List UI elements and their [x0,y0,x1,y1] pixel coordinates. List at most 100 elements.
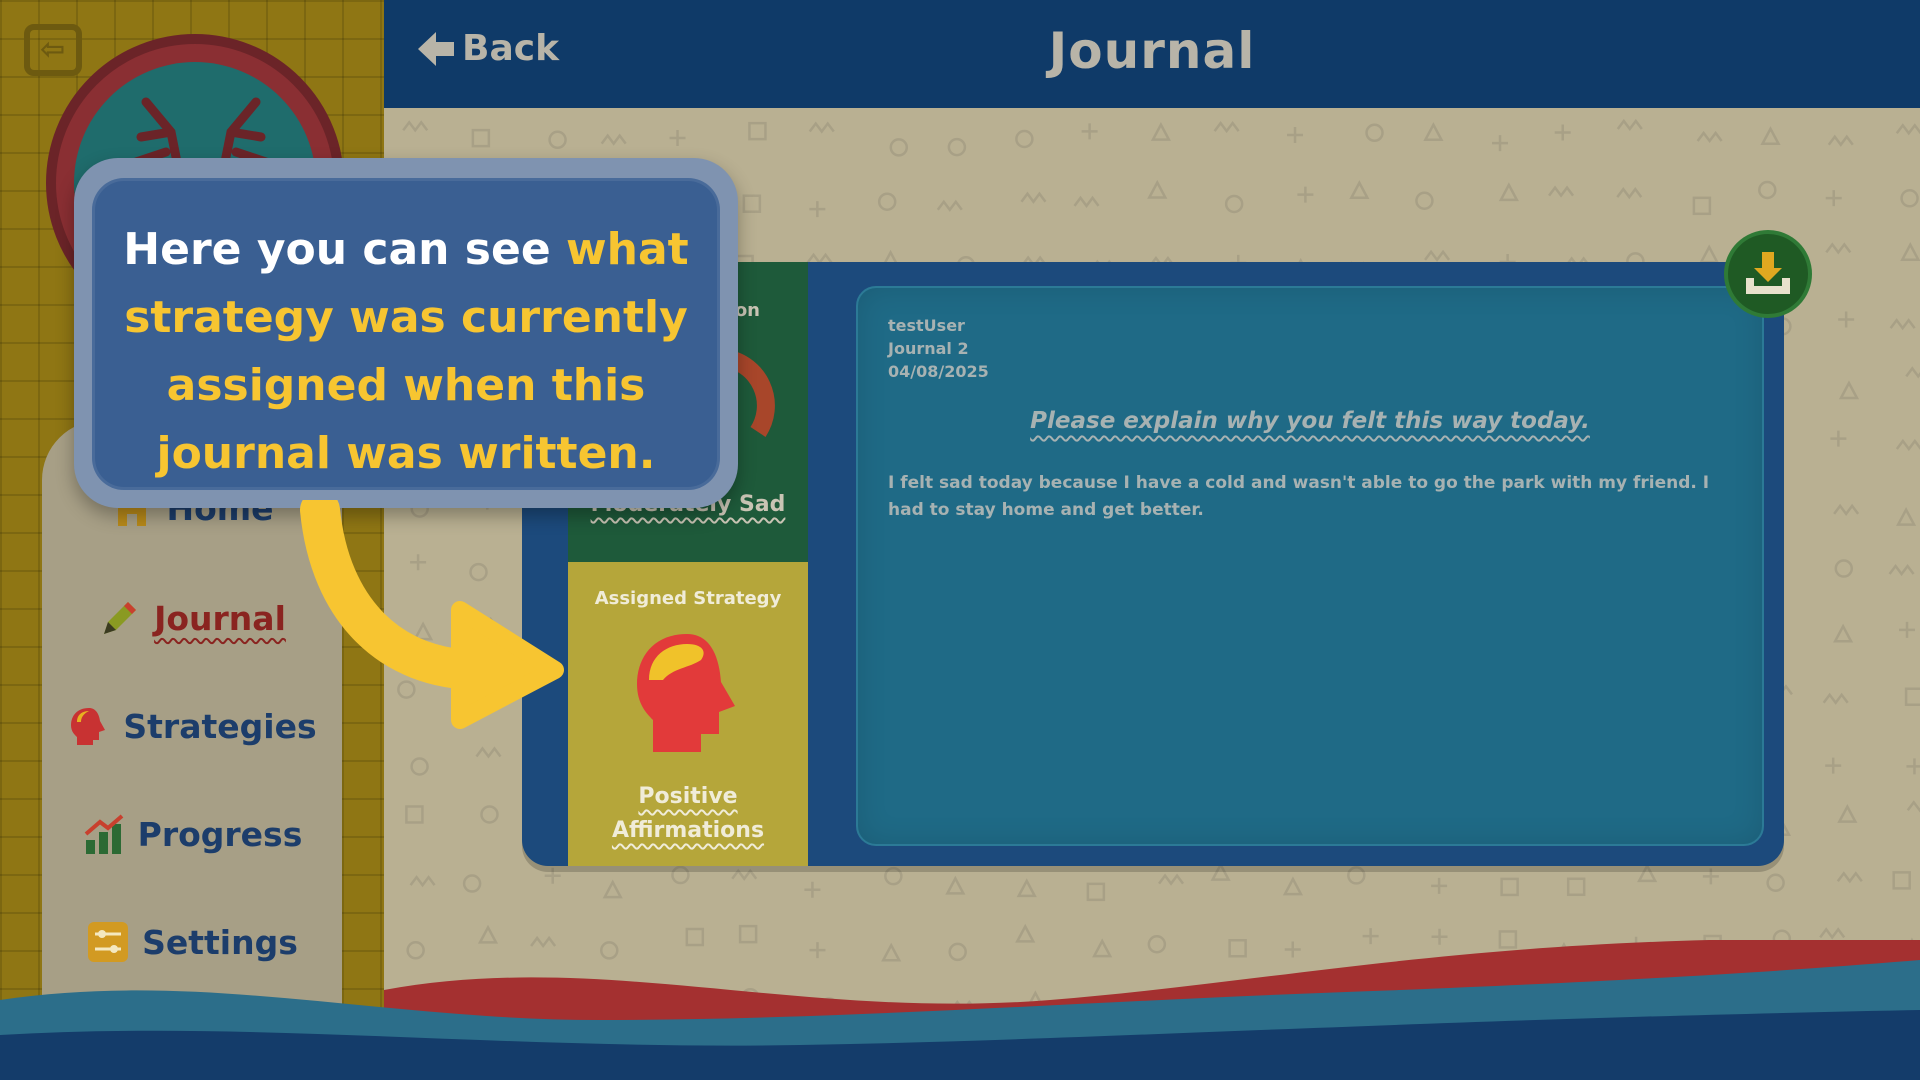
journal-entry-panel: testUser Journal 2 04/08/2025 Please exp… [856,286,1764,846]
pattern-doodle [884,866,903,886]
pattern-doodle [1836,871,1863,884]
pattern-doodle [808,121,835,134]
pattern-doodle [1424,249,1451,262]
pattern-doodle [1834,559,1854,578]
pattern-doodle [1888,563,1915,577]
tooltip-body: Here you can see what strategy was curre… [92,178,720,490]
pattern-doodle [945,875,966,895]
pattern-doodle [1349,180,1370,199]
pattern-doodle [1819,927,1846,940]
page-title: Journal [1048,22,1256,80]
pattern-doodle [889,138,909,157]
entry-question: Please explain why you felt this way tod… [1030,408,1590,434]
pattern-doodle [480,805,499,824]
pattern-doodle [548,130,567,150]
pattern-doodle [1702,868,1719,885]
pattern-doodle [1696,130,1723,144]
pattern-doodle [1347,866,1366,885]
pattern-doodle [1616,118,1643,132]
entry-meta: testUser Journal 2 04/08/2025 [888,314,989,383]
pattern-doodle [1548,185,1575,198]
pattern-doodle [1838,311,1855,328]
pattern-doodle [669,129,686,146]
pattern-doodle [475,746,502,759]
pattern-doodle [409,875,436,888]
pattern-doodle [1895,438,1920,452]
head-icon [637,634,735,752]
pattern-doodle [1899,621,1916,638]
pattern-doodle [1415,191,1434,210]
pattern-doodle [405,805,424,824]
pattern-doodle [1016,878,1037,898]
tooltip-text: Here you can see what strategy was curre… [114,216,698,488]
header-bar: Back Journal [384,0,1920,108]
pattern-doodle [1020,191,1047,204]
download-icon [1746,252,1790,294]
pattern-doodle [410,757,429,776]
pattern-doodle [1904,687,1920,706]
pattern-doodle [1637,863,1658,883]
pattern-doodle [1825,242,1852,255]
download-button[interactable] [1724,230,1812,318]
pattern-doodle [1825,757,1842,774]
pattern-doodle [1827,134,1854,147]
pattern-doodle [1498,182,1519,202]
pattern-doodle [1500,877,1519,897]
pattern-doodle [1838,380,1860,400]
bottom-waves [0,940,1920,1080]
sidebar-item-label: Strategies [123,706,317,746]
pattern-doodle [1282,876,1304,896]
pattern-doodle [947,137,967,157]
pattern-doodle [742,194,762,213]
pattern-doodle [1566,877,1586,897]
pattern-doodle [1892,871,1911,890]
pattern-doodle [1210,861,1231,881]
pattern-doodle [1423,122,1444,141]
pattern-doodle [602,879,623,899]
pattern-doodle [809,201,826,218]
pattern-doodle [462,874,482,893]
pattern-doodle [1692,196,1712,216]
entry-date: 04/08/2025 [888,362,989,381]
pattern-doodle [1906,758,1920,775]
pattern-doodle [1900,242,1920,261]
pattern-doodle [1906,800,1920,813]
pattern-doodle [1830,430,1847,447]
pattern-doodle [1616,187,1643,200]
pattern-doodle [1889,318,1916,331]
pattern-doodle [544,867,561,884]
pattern-doodle [877,192,897,211]
strategy-name: Positive Affirmations [611,784,765,843]
pattern-doodle [1086,882,1106,902]
pattern-doodle [1900,189,1919,208]
sidebar-item-progress[interactable]: Progress [0,812,384,856]
pattern-doodle [471,128,491,148]
assigned-strategy-panel: Assigned Strategy Positive Affirmations [568,562,808,866]
pattern-doodle [1699,244,1720,264]
head-icon [67,704,111,748]
pattern-doodle [1837,803,1858,823]
pattern-doodle [1147,179,1168,199]
exit-button[interactable]: ⇦ [24,24,82,76]
tutorial-tooltip: Here you can see what strategy was curre… [74,158,738,508]
pattern-doodle [1297,186,1314,203]
pattern-doodle [1431,877,1448,894]
pattern-doodle [402,120,429,133]
pattern-doodle [1213,120,1240,134]
entry-text: I felt sad today because I have a cold a… [888,473,1710,520]
sidebar-item-label: Journal [154,598,286,638]
pencil-icon [98,596,142,640]
pattern-doodle [1758,180,1777,200]
pattern-doodle [1287,127,1304,144]
chart-icon [82,812,126,856]
pattern-doodle [1766,873,1785,892]
pattern-doodle [1822,692,1849,705]
pattern-doodle [1492,135,1509,152]
entry-user: testUser [888,316,965,335]
pointer-arrow-icon [300,500,564,729]
pattern-doodle [1895,123,1920,136]
sidebar-item-label: Progress [137,814,303,854]
pattern-doodle [1832,623,1854,643]
pattern-doodle [1905,366,1920,379]
pattern-doodle [1554,124,1571,141]
